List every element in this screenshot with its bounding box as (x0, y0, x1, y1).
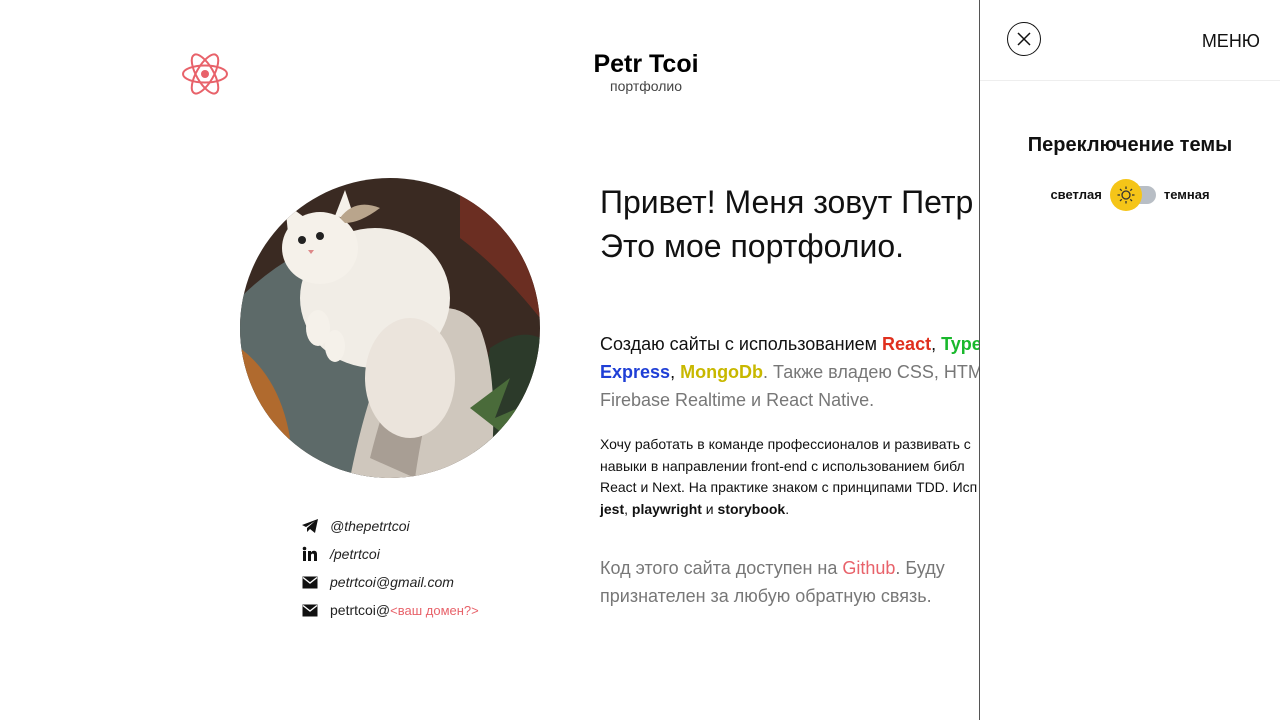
about-sep-1: , (624, 500, 632, 517)
repo-prefix: Код этого сайта доступен на (600, 558, 843, 578)
about-paragraph: Хочу работать в команде профессионалов и… (600, 434, 980, 520)
contact-email-text: petrtcoi@gmail.com (330, 574, 454, 590)
about-and: и (701, 500, 718, 517)
tool-jest: jest (600, 500, 625, 517)
close-icon (1017, 32, 1031, 46)
linkedin-icon (300, 546, 320, 562)
greeting-line-1: Привет! Меня зовут Петр (600, 184, 974, 220)
skills-sep-2: , (670, 362, 681, 382)
skills-paragraph: Создаю сайты с использованием React, Typ… (600, 330, 980, 414)
contact-linkedin-text: /petrtcoi (330, 546, 380, 562)
skill-express: Express (600, 362, 671, 382)
side-menu: МЕНЮ Переключение темы светлая темная (979, 0, 1280, 720)
skill-mongodb: MongoDb (680, 362, 764, 382)
greeting-heading: Привет! Меня зовут Петр Это мое портфоли… (600, 180, 980, 268)
about-end: . (785, 500, 790, 517)
contact-email-domain-text: petrtcoi@ (330, 602, 391, 618)
theme-switch-title: Переключение темы (1027, 134, 1233, 156)
skills-rest: . Также владею CSS, HTML, (763, 362, 980, 382)
about-line-1: Хочу работать в команде профессионалов и… (600, 436, 971, 452)
intro-section: Привет! Меня зовут Петр Это мое портфоли… (600, 180, 980, 610)
react-logo-icon[interactable] (180, 49, 230, 99)
github-link[interactable]: Github (842, 558, 895, 578)
about-line-3: React и Next. На практике знаком с принц… (600, 479, 978, 495)
skill-react: React (882, 334, 932, 354)
contact-telegram[interactable]: @thepetrtcoi (300, 512, 479, 540)
main-content: Petr Tcoi портфолио @thepetrtcoi /petrtc… (0, 0, 980, 720)
sun-icon (1109, 179, 1142, 211)
skill-typescript: TypeS (941, 334, 980, 354)
mail-icon (300, 574, 320, 590)
contact-telegram-text: @thepetrtcoi (330, 518, 410, 534)
skills-sep-1: , (931, 334, 942, 354)
tool-storybook: storybook (717, 500, 786, 517)
skills-prefix: Создаю сайты с использованием (600, 334, 883, 354)
contact-email-domain[interactable]: petrtcoi@ <ваш домен?> (300, 596, 479, 624)
skills-line-3: Firebase Realtime и React Native. (600, 390, 875, 410)
menu-title: МЕНЮ (1201, 31, 1260, 51)
mail-icon (300, 602, 320, 618)
brand: Petr Tcoi портфолио (546, 50, 746, 94)
repo-paragraph: Код этого сайта доступен на Github. Буду… (600, 554, 980, 610)
contact-email[interactable]: petrtcoi@gmail.com (300, 568, 479, 596)
theme-toggle[interactable] (1109, 179, 1156, 211)
theme-light-label[interactable]: светлая (1050, 187, 1101, 202)
about-line-2: навыки в направлении front-end с использ… (600, 457, 965, 474)
contacts-list: @thepetrtcoi /petrtcoi petrtcoi@gmail.co… (300, 512, 479, 624)
theme-switch: светлая темная (980, 179, 1280, 211)
brand-name: Petr Tcoi (593, 50, 699, 78)
brand-subtitle: портфолио (609, 78, 683, 94)
greeting-line-2: Это мое портфолио. (600, 228, 904, 264)
tool-playwright: playwright (631, 500, 702, 517)
contact-linkedin[interactable]: /petrtcoi (300, 540, 479, 568)
profile-photo (240, 178, 540, 478)
close-menu-button[interactable] (1007, 22, 1041, 56)
menu-header: МЕНЮ (980, 0, 1280, 81)
telegram-icon (300, 518, 320, 534)
theme-dark-label[interactable]: темная (1164, 187, 1210, 202)
contact-email-domain-accent: <ваш домен?> (390, 602, 479, 618)
